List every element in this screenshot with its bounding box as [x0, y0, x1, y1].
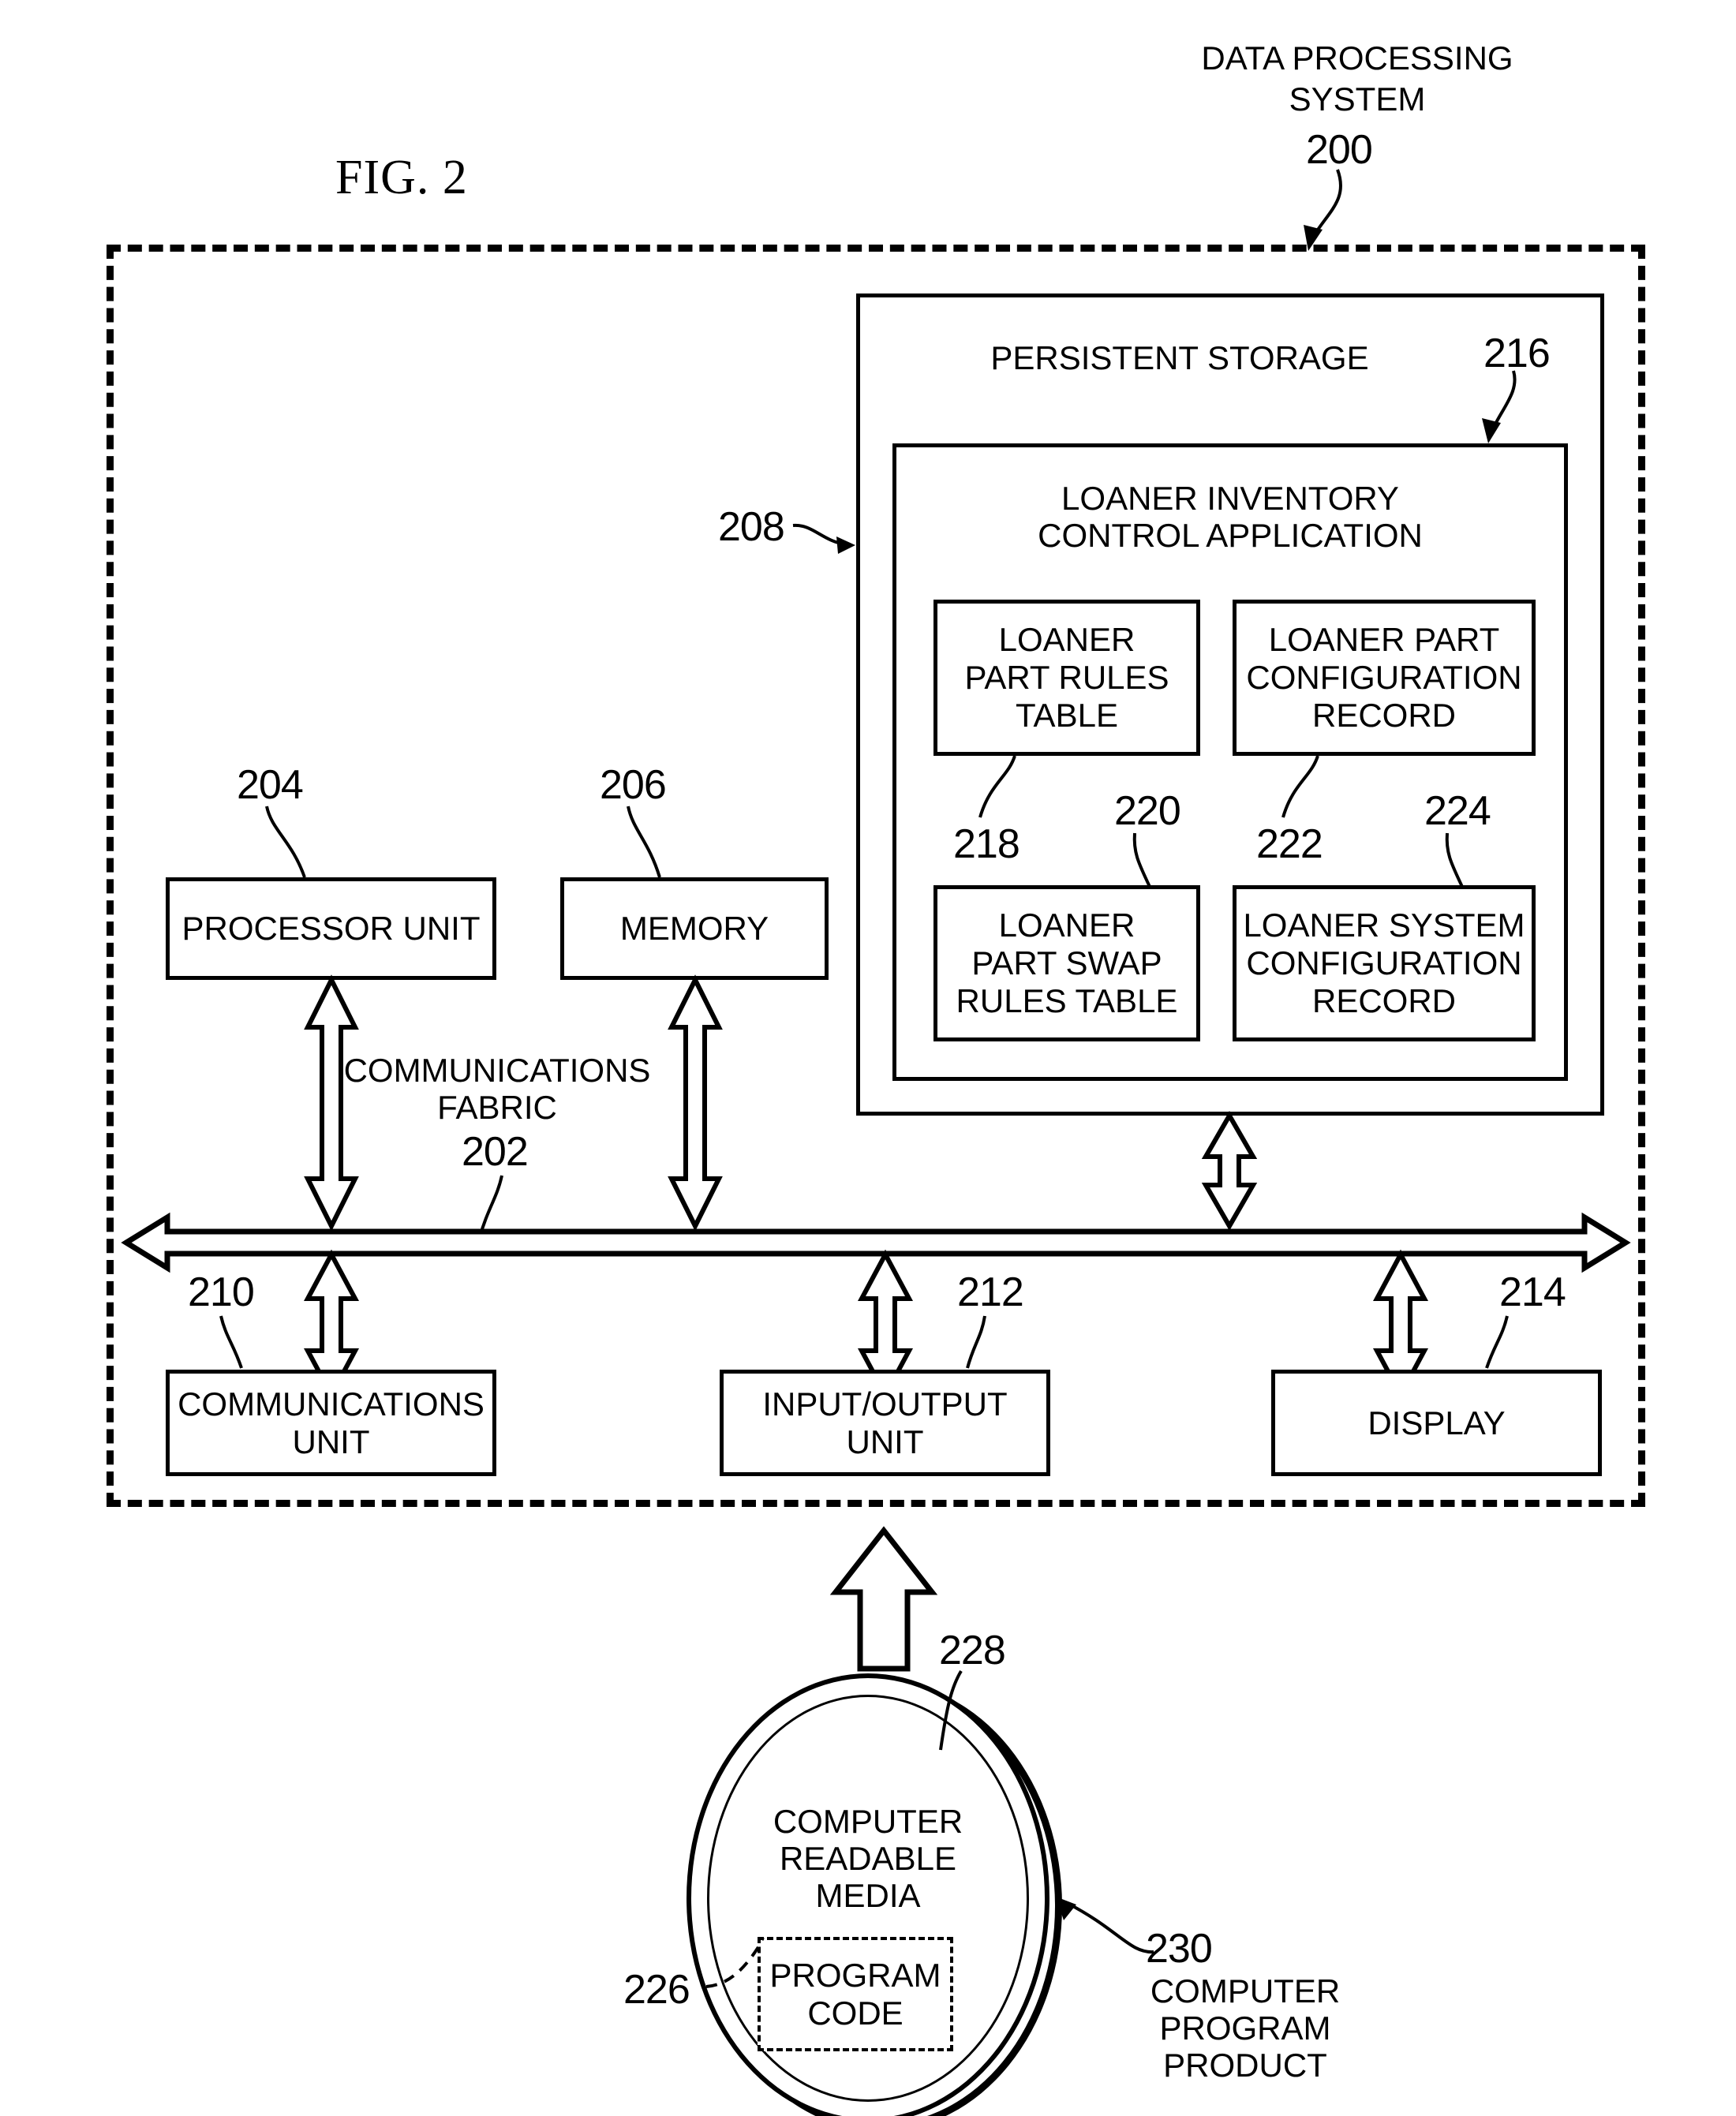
leader-line-230 — [1056, 1897, 1154, 1954]
ref-206-label: 206 — [600, 762, 667, 808]
computer-readable-media-label: COMPUTER READABLE MEDIA — [773, 1803, 963, 1915]
leader-line-208 — [792, 523, 855, 554]
program-code-label: PROGRAM CODE — [769, 1956, 941, 2032]
arrow-persistent-storage-to-fabric — [1201, 1110, 1258, 1232]
ref-204-label: 204 — [237, 762, 304, 808]
ref-228-label: 228 — [939, 1628, 1006, 1673]
leader-line-218 — [978, 755, 1016, 818]
communications-unit-label: COMMUNICATIONS UNIT — [178, 1385, 485, 1460]
input-output-unit-label: INPUT/OUTPUT UNIT — [762, 1385, 1008, 1460]
data-processing-system-title-line2: SYSTEM — [1289, 80, 1426, 118]
leader-line-210 — [219, 1315, 243, 1369]
leader-line-220 — [1132, 832, 1152, 889]
loaner-inventory-control-application-label: LOANER INVENTORY CONTROL APPLICATION — [1038, 480, 1423, 555]
ref-208-label: 208 — [718, 504, 785, 550]
communications-unit-box: COMMUNICATIONS UNIT — [166, 1370, 496, 1476]
memory-box: MEMORY — [560, 877, 829, 980]
loaner-part-rules-table-label: LOANER PART RULES TABLE — [964, 621, 1169, 734]
communications-fabric-label: COMMUNICATIONS FABRIC — [343, 1052, 651, 1127]
loaner-system-configuration-record-box: LOANER SYSTEM CONFIGURATION RECORD — [1233, 885, 1536, 1041]
ref-222-label: 222 — [1256, 821, 1323, 867]
loaner-system-configuration-record-label: LOANER SYSTEM CONFIGURATION RECORD — [1243, 907, 1525, 1019]
ref-210-label: 210 — [188, 1269, 255, 1315]
arrow-memory-to-fabric — [668, 974, 723, 1232]
computer-program-product-label: COMPUTER PROGRAM PRODUCT — [1150, 1972, 1341, 2084]
memory-label: MEMORY — [619, 910, 769, 948]
ref-218-label: 218 — [953, 821, 1020, 867]
ref-212-label: 212 — [957, 1269, 1024, 1315]
display-box: DISPLAY — [1271, 1370, 1602, 1476]
persistent-storage-label: PERSISTENT STORAGE — [990, 339, 1369, 376]
data-processing-system-title-line1: DATA PROCESSING — [1201, 39, 1513, 77]
ref-200-label: 200 — [1306, 127, 1373, 173]
leader-line-228 — [939, 1669, 963, 1751]
ref-216-label: 216 — [1483, 331, 1551, 376]
ref-224-label: 224 — [1424, 788, 1491, 834]
ref-226-label: 226 — [623, 1967, 690, 2013]
loaner-part-rules-table-box: LOANER PART RULES TABLE — [933, 600, 1200, 756]
leader-line-212 — [966, 1315, 986, 1369]
leader-line-222 — [1281, 755, 1319, 818]
display-label: DISPLAY — [1367, 1404, 1506, 1441]
loaner-part-configuration-record-label: LOANER PART CONFIGURATION RECORD — [1246, 621, 1522, 734]
processor-unit-box: PROCESSOR UNIT — [166, 877, 496, 980]
loaner-part-swap-rules-table-box: LOANER PART SWAP RULES TABLE — [933, 885, 1200, 1041]
ref-214-label: 214 — [1499, 1269, 1566, 1315]
leader-line-206 — [627, 806, 661, 878]
leader-line-214 — [1485, 1315, 1509, 1369]
loaner-part-configuration-record-box: LOANER PART CONFIGURATION RECORD — [1233, 600, 1536, 756]
arrow-processor-to-fabric — [304, 974, 359, 1232]
processor-unit-label: PROCESSOR UNIT — [181, 910, 481, 948]
ref-220-label: 220 — [1114, 788, 1181, 834]
arrow-media-to-io-unit — [829, 1526, 938, 1672]
leader-line-226 — [705, 1937, 765, 1988]
ref-230-label: 230 — [1146, 1926, 1213, 1972]
leader-line-204 — [265, 806, 306, 878]
patent-figure-page: DATA PROCESSING SYSTEM 200 FIG. 2 PERSIS… — [0, 0, 1736, 2116]
program-code-box: PROGRAM CODE — [758, 1937, 953, 2051]
input-output-unit-box: INPUT/OUTPUT UNIT — [720, 1370, 1050, 1476]
figure-label: FIG. 2 — [335, 151, 468, 204]
ref-202-label: 202 — [462, 1129, 529, 1175]
loaner-part-swap-rules-table-label: LOANER PART SWAP RULES TABLE — [956, 907, 1178, 1019]
leader-line-224 — [1445, 832, 1465, 889]
